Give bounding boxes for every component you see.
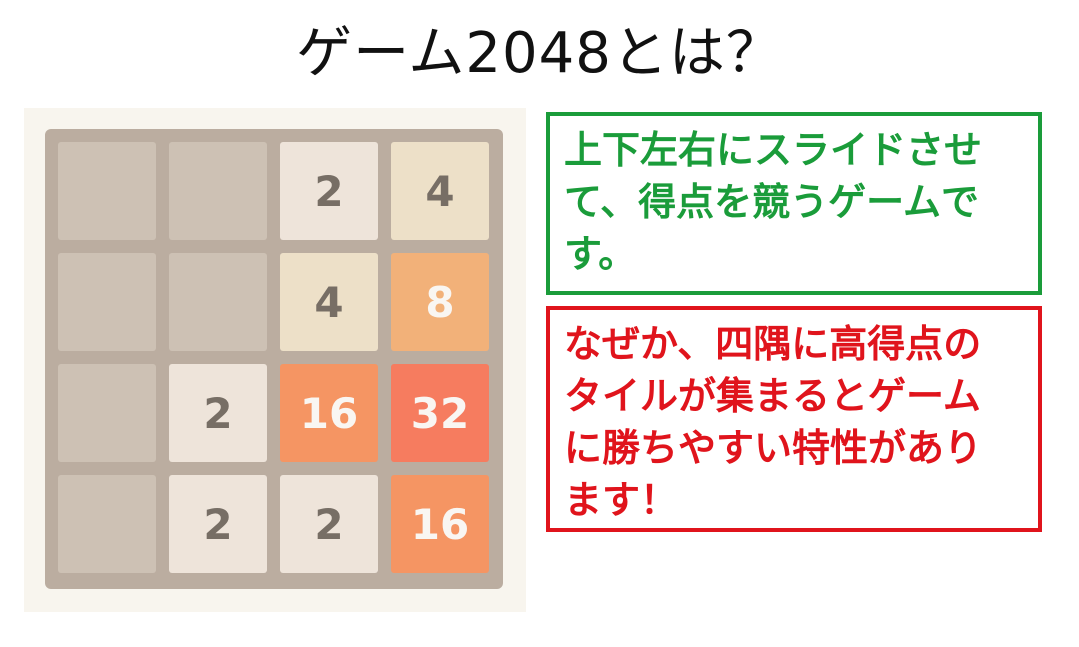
slide-title: ゲーム2048とは？ [296,21,783,86]
tile-2: 2 [280,142,378,240]
tile-4: 4 [391,142,489,240]
empty-cell [169,142,267,240]
tile-16: 16 [391,475,489,573]
tile-2: 2 [169,364,267,462]
insight-line: タイルが集まるとゲーム [564,374,981,418]
empty-cell [58,364,156,462]
game-board: 2 4 4 8 2 16 32 2 2 16 [45,129,503,589]
tile-4: 4 [280,253,378,351]
empty-cell [58,253,156,351]
tile-8: 8 [391,253,489,351]
slide: ゲーム2048とは？ 2 4 4 8 2 16 32 2 2 16 上下左右にスライドさせ て、得… [0,0,1079,647]
insight-line: ます！ [564,478,679,522]
tile-2: 2 [169,475,267,573]
empty-cell [58,142,156,240]
tile-16: 16 [280,364,378,462]
description-line: す。 [564,232,637,276]
tile-2: 2 [280,475,378,573]
insight-box: なぜか、四隅に高得点の タイルが集まるとゲーム に勝ちやすい特性があり ます！ [546,306,1042,532]
tile-32: 32 [391,364,489,462]
empty-cell [169,253,267,351]
insight-line: なぜか、四隅に高得点の [564,322,982,366]
empty-cell [58,475,156,573]
description-line: 上下左右にスライドさせ [564,128,983,172]
description-box: 上下左右にスライドさせ て、得点を競うゲームで す。 [546,112,1042,295]
insight-line: に勝ちやすい特性があり [564,426,983,470]
description-line: て、得点を競うゲームで [564,180,979,224]
